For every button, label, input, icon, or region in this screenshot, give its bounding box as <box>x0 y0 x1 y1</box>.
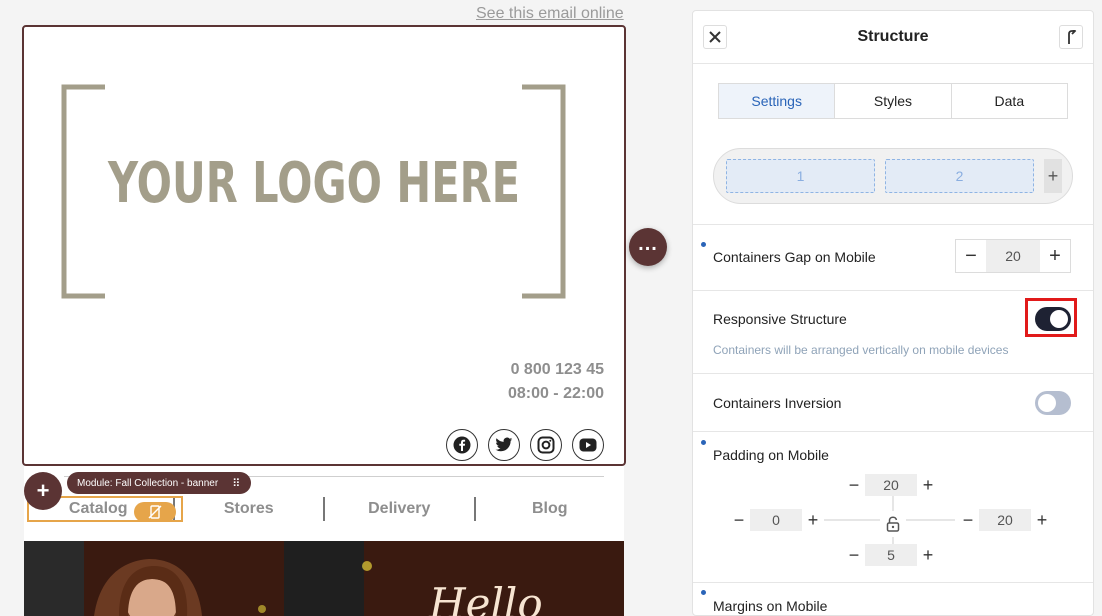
drag-handle-icon[interactable]: ⠿ <box>232 477 241 490</box>
padding-bottom-decrease-button[interactable]: − <box>843 544 865 566</box>
select-parent-icon[interactable] <box>1059 25 1083 49</box>
banner-module[interactable]: YOUR LOGO HERE 0 800 123 45 08:00 - 22:0… <box>22 25 626 466</box>
padding-right-value[interactable]: 20 <box>979 509 1031 531</box>
padding-right-increase-button[interactable]: + <box>1031 509 1053 531</box>
margins-row: Margins on Mobile <box>693 582 1093 616</box>
panel-title: Structure <box>857 28 929 45</box>
hero-text: Hello <box>429 579 543 616</box>
panel-header: Structure <box>693 11 1093 63</box>
container-1[interactable]: 1 <box>726 159 875 193</box>
twitter-icon[interactable] <box>488 429 520 461</box>
padding-bottom-stepper: − 5 + <box>843 544 939 566</box>
mobile-indicator-dot <box>701 590 706 595</box>
padding-bottom-increase-button[interactable]: + <box>917 544 939 566</box>
inversion-label: Containers Inversion <box>713 395 842 411</box>
mobile-indicator-dot <box>701 242 706 247</box>
containers-preview: 1 2 + <box>713 148 1073 204</box>
responsive-label: Responsive Structure <box>713 311 847 327</box>
padding-left-decrease-button[interactable]: − <box>728 509 750 531</box>
padding-bottom-value[interactable]: 5 <box>865 544 917 566</box>
gap-value[interactable]: 20 <box>986 240 1040 272</box>
menu-item-delivery[interactable]: Delivery <box>325 500 474 518</box>
margins-label: Margins on Mobile <box>713 598 828 614</box>
tab-data[interactable]: Data <box>952 84 1067 118</box>
gap-increase-button[interactable]: + <box>1040 240 1070 272</box>
responsive-row: Responsive Structure Containers will be … <box>693 290 1093 373</box>
inversion-row: Containers Inversion <box>693 373 1093 431</box>
padding-right-decrease-button[interactable]: − <box>957 509 979 531</box>
padding-left-increase-button[interactable]: + <box>802 509 824 531</box>
menu-item-stores[interactable]: Stores <box>175 500 324 518</box>
facebook-icon[interactable] <box>446 429 478 461</box>
menu-item-blog[interactable]: Blog <box>476 500 625 518</box>
settings-tabs: Settings Styles Data <box>718 83 1068 119</box>
padding-row: Padding on Mobile − 20 + − 0 + − 20 + − … <box>693 431 1093 582</box>
add-module-button[interactable]: + <box>24 472 62 510</box>
responsive-hint: Containers will be arranged vertically o… <box>713 343 1009 357</box>
gap-stepper: − 20 + <box>955 239 1071 273</box>
logo-placeholder: YOUR LOGO HERE <box>61 84 566 299</box>
padding-left-value[interactable]: 0 <box>750 509 802 531</box>
gap-decrease-button[interactable]: − <box>956 240 986 272</box>
container-2[interactable]: 2 <box>885 159 1034 193</box>
youtube-icon[interactable] <box>572 429 604 461</box>
hero-banner[interactable]: Hello <box>24 541 624 616</box>
padding-top-increase-button[interactable]: + <box>917 474 939 496</box>
responsive-toggle[interactable] <box>1035 307 1071 331</box>
gap-row: Containers Gap on Mobile − 20 + <box>693 224 1093 290</box>
module-tag-label: Module: Fall Collection - banner <box>77 477 219 489</box>
contact-info: 0 800 123 45 08:00 - 22:00 <box>508 358 604 406</box>
gap-label: Containers Gap on Mobile <box>713 249 876 265</box>
padding-lock-icon[interactable] <box>880 511 906 537</box>
more-options-button[interactable]: ... <box>629 228 667 266</box>
hide-on-mobile-icon[interactable] <box>134 502 176 522</box>
logo-text: YOUR LOGO HERE <box>107 151 520 216</box>
view-online-link[interactable]: See this email online <box>476 5 624 23</box>
phone-number: 0 800 123 45 <box>510 361 604 378</box>
close-icon[interactable] <box>703 25 727 49</box>
padding-top-value[interactable]: 20 <box>865 474 917 496</box>
padding-right-stepper: − 20 + <box>957 509 1053 531</box>
tab-settings[interactable]: Settings <box>719 84 836 118</box>
tab-styles[interactable]: Styles <box>835 84 952 118</box>
add-container-button[interactable]: + <box>1044 159 1062 193</box>
padding-top-decrease-button[interactable]: − <box>843 474 865 496</box>
padding-top-stepper: − 20 + <box>843 474 939 496</box>
structure-panel: Structure Settings Styles Data 1 2 + Con… <box>692 10 1094 616</box>
padding-left-stepper: − 0 + <box>728 509 824 531</box>
social-icons <box>446 429 604 461</box>
working-hours: 08:00 - 22:00 <box>507 385 604 402</box>
inversion-toggle[interactable] <box>1035 391 1071 415</box>
instagram-icon[interactable] <box>530 429 562 461</box>
module-tag[interactable]: Module: Fall Collection - banner ⠿ <box>67 472 252 494</box>
